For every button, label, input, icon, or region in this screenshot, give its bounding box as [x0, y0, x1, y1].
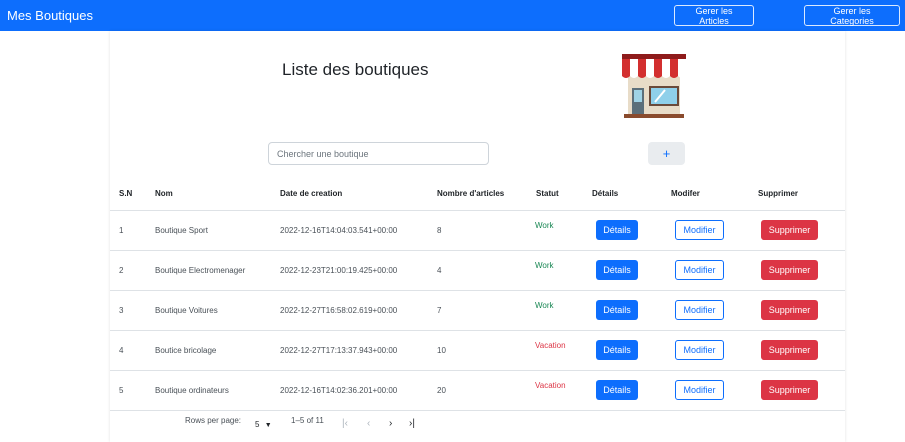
row-date: 2022-12-16T14:02:36.201+00:00	[280, 386, 398, 395]
top-navbar: Mes Boutiques Gerer les Articles Gerer l…	[0, 0, 905, 31]
rows-per-page-select[interactable]: 5 ▼	[255, 420, 272, 429]
row-divider	[110, 410, 845, 411]
previous-page-icon[interactable]: ‹	[367, 418, 370, 429]
caret-down-icon: ▼	[264, 422, 272, 429]
row-articles: 10	[437, 346, 446, 355]
modify-button[interactable]: Modifier	[675, 340, 724, 360]
rows-per-page-label: Rows per page:	[185, 416, 242, 425]
row-sn: 3	[119, 306, 124, 315]
row-nom: Boutique Sport	[155, 226, 208, 235]
col-header-modifier: Modifer	[671, 189, 700, 198]
shops-card	[110, 31, 845, 442]
row-nom: Boutique Electromenager	[155, 266, 246, 275]
rows-per-page-value: 5	[255, 420, 260, 429]
modify-button[interactable]: Modifier	[675, 300, 724, 320]
delete-button[interactable]: Supprimer	[761, 340, 818, 360]
row-status: Work	[535, 221, 554, 230]
manage-articles-button[interactable]: Gerer les Articles	[674, 5, 754, 26]
modify-button[interactable]: Modifier	[675, 380, 724, 400]
row-nom: Boutique Voitures	[155, 306, 218, 315]
details-button[interactable]: Détails	[596, 340, 638, 360]
delete-button[interactable]: Supprimer	[761, 300, 818, 320]
row-articles: 7	[437, 306, 442, 315]
page-title: Liste des boutiques	[282, 60, 429, 79]
row-date: 2022-12-27T16:58:02.619+00:00	[280, 306, 398, 315]
col-header-details: Détails	[592, 189, 619, 198]
row-sn: 1	[119, 226, 124, 235]
col-header-supprimer: Supprimer	[758, 189, 799, 198]
details-button[interactable]: Détails	[596, 380, 638, 400]
col-header-statut: Statut	[536, 189, 559, 198]
first-page-icon[interactable]: |‹	[342, 418, 348, 429]
details-button[interactable]: Détails	[596, 300, 638, 320]
add-shop-button[interactable]: +	[648, 142, 685, 165]
row-articles: 20	[437, 386, 446, 395]
row-sn: 2	[119, 266, 124, 275]
row-divider	[110, 370, 845, 371]
row-divider	[110, 330, 845, 331]
modify-button[interactable]: Modifier	[675, 220, 724, 240]
modify-button[interactable]: Modifier	[675, 260, 724, 280]
row-date: 2022-12-23T21:00:19.425+00:00	[280, 266, 398, 275]
search-input[interactable]	[268, 142, 489, 165]
row-sn: 5	[119, 386, 124, 395]
row-status: Vacation	[535, 381, 566, 390]
row-divider	[110, 290, 845, 291]
row-status: Work	[535, 301, 554, 310]
details-button[interactable]: Détails	[596, 260, 638, 280]
row-date: 2022-12-27T17:13:37.943+00:00	[280, 346, 398, 355]
next-page-icon[interactable]: ›	[389, 418, 392, 429]
delete-button[interactable]: Supprimer	[761, 380, 818, 400]
col-header-sn: S.N	[119, 189, 133, 198]
row-divider	[110, 250, 845, 251]
details-button[interactable]: Détails	[596, 220, 638, 240]
storefront-icon	[622, 54, 686, 118]
delete-button[interactable]: Supprimer	[761, 260, 818, 280]
row-date: 2022-12-16T14:04:03.541+00:00	[280, 226, 398, 235]
brand-title[interactable]: Mes Boutiques	[7, 8, 93, 23]
manage-categories-button[interactable]: Gerer les Categories	[804, 5, 900, 26]
row-divider	[110, 210, 845, 211]
row-sn: 4	[119, 346, 124, 355]
col-header-date: Date de creation	[280, 189, 343, 198]
row-status: Vacation	[535, 341, 566, 350]
row-nom: Boutice bricolage	[155, 346, 217, 355]
row-articles: 4	[437, 266, 442, 275]
col-header-articles: Nombre d'articles	[437, 189, 505, 198]
row-nom: Boutique ordinateurs	[155, 386, 229, 395]
delete-button[interactable]: Supprimer	[761, 220, 818, 240]
last-page-icon[interactable]: ›|	[409, 418, 415, 429]
pagination-range: 1–5 of 11	[291, 416, 324, 425]
col-header-nom: Nom	[155, 189, 173, 198]
row-articles: 8	[437, 226, 442, 235]
row-status: Work	[535, 261, 554, 270]
